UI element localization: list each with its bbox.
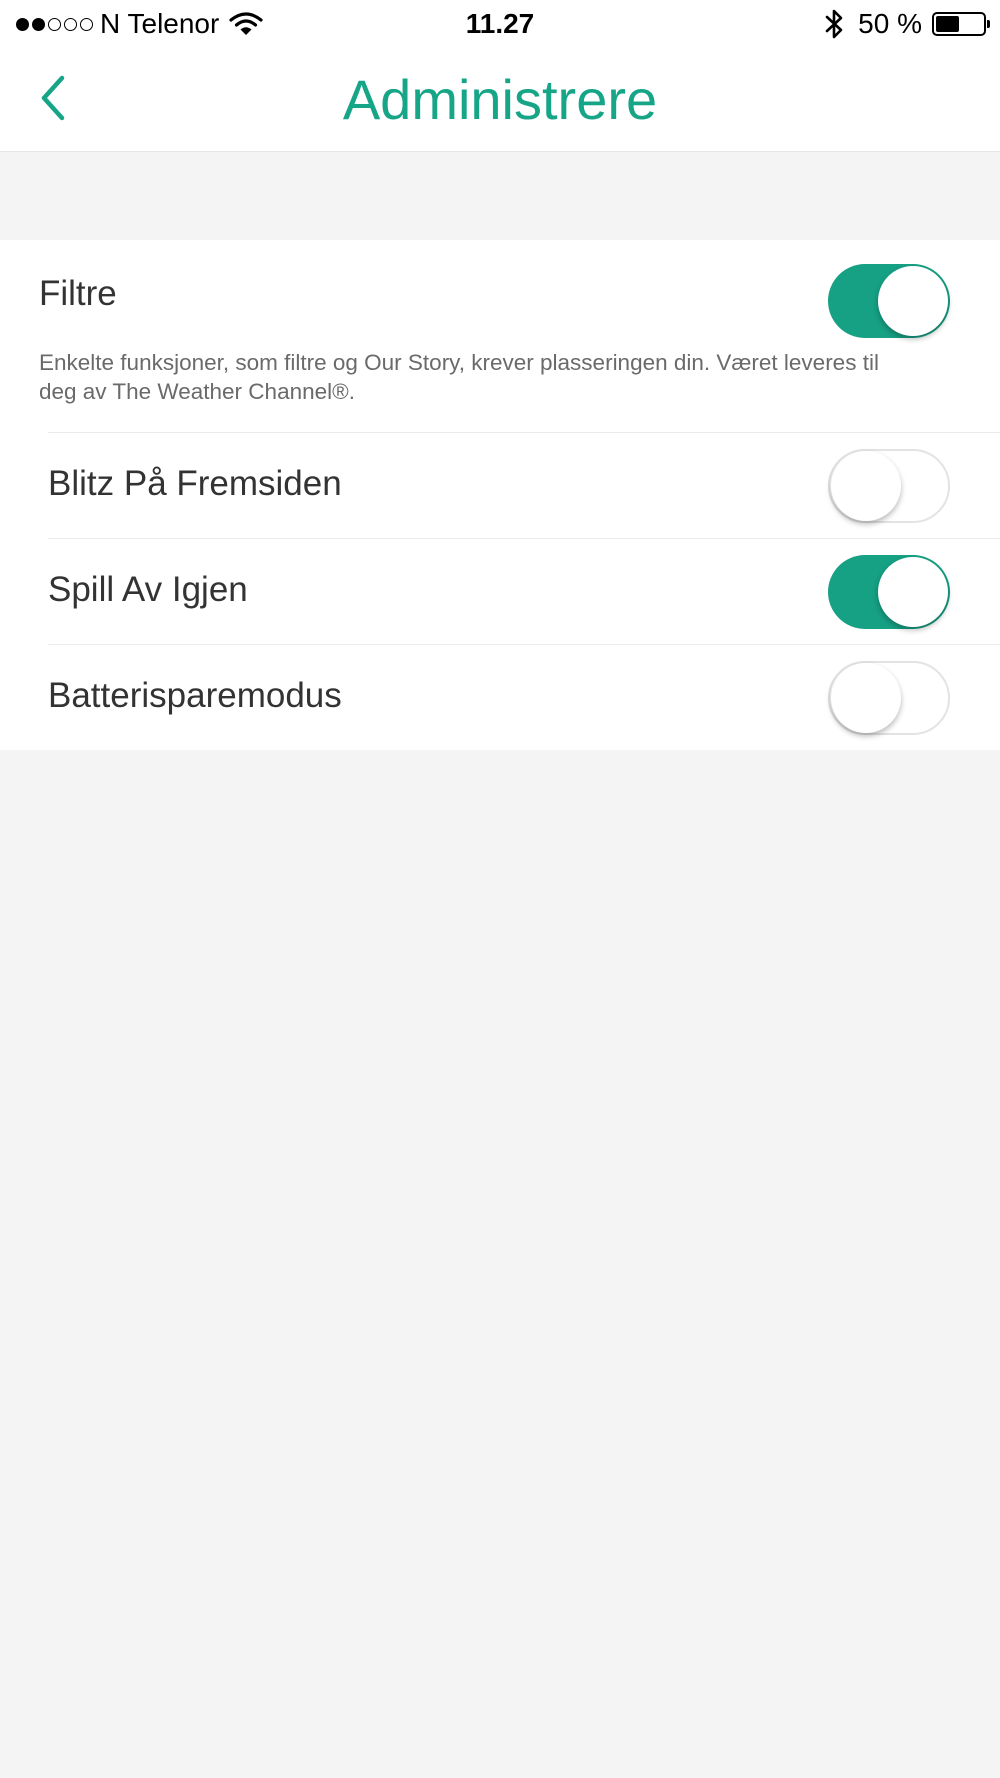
signal-dot <box>80 17 93 31</box>
toggle-knob <box>831 663 901 733</box>
navigation-bar: Administrere <box>0 48 1000 152</box>
status-time: 11.27 <box>465 8 535 39</box>
toggle-knob <box>878 266 948 336</box>
setting-row-filtre: Filtre Enkelte funksjoner, som filtre og… <box>0 240 1000 410</box>
toggle-knob <box>878 557 948 627</box>
signal-dot <box>32 17 45 31</box>
setting-label-filtre: Filtre <box>39 274 117 313</box>
toggle-spill-av-igjen[interactable] <box>828 555 950 629</box>
toggle-knob <box>831 451 901 521</box>
signal-dot <box>64 17 77 31</box>
signal-dot <box>16 17 29 31</box>
page-title-wrapper: Administrere <box>0 48 1000 152</box>
settings-list: Filtre Enkelte funksjoner, som filtre og… <box>0 240 1000 750</box>
status-bar-right: 50 % <box>824 6 990 42</box>
setting-description-filtre: Enkelte funksjoner, som filtre og Our St… <box>39 350 879 404</box>
signal-dot <box>48 17 61 31</box>
carrier-name: N Telenor <box>100 8 220 39</box>
page-title: Administrere <box>342 68 658 131</box>
battery-level-fill <box>936 16 959 32</box>
setting-label-spill-av-igjen: Spill Av Igjen <box>48 570 248 609</box>
cellular-signal-icon <box>16 17 96 31</box>
bluetooth-icon <box>825 9 843 39</box>
setting-row-batterisparemodus: Batterisparemodus <box>0 645 1000 750</box>
back-button[interactable] <box>28 68 78 128</box>
setting-row-spill-av-igjen: Spill Av Igjen <box>0 539 1000 644</box>
setting-label-blitz: Blitz På Fremsiden <box>48 464 342 503</box>
toggle-blitz[interactable] <box>828 449 950 523</box>
wifi-icon <box>229 12 263 35</box>
setting-row-blitz: Blitz På Fremsiden <box>0 433 1000 538</box>
battery-icon <box>932 12 990 36</box>
setting-label-batterisparemodus: Batterisparemodus <box>48 676 342 715</box>
chevron-left-icon <box>41 75 65 121</box>
status-bar: N Telenor 11.27 50 % <box>0 0 1000 48</box>
status-bar-left: N Telenor <box>16 6 263 42</box>
toggle-filtre[interactable] <box>828 264 950 338</box>
toggle-batterisparemodus[interactable] <box>828 661 950 735</box>
battery-percent: 50 % <box>858 8 922 39</box>
battery-nub <box>987 20 990 28</box>
